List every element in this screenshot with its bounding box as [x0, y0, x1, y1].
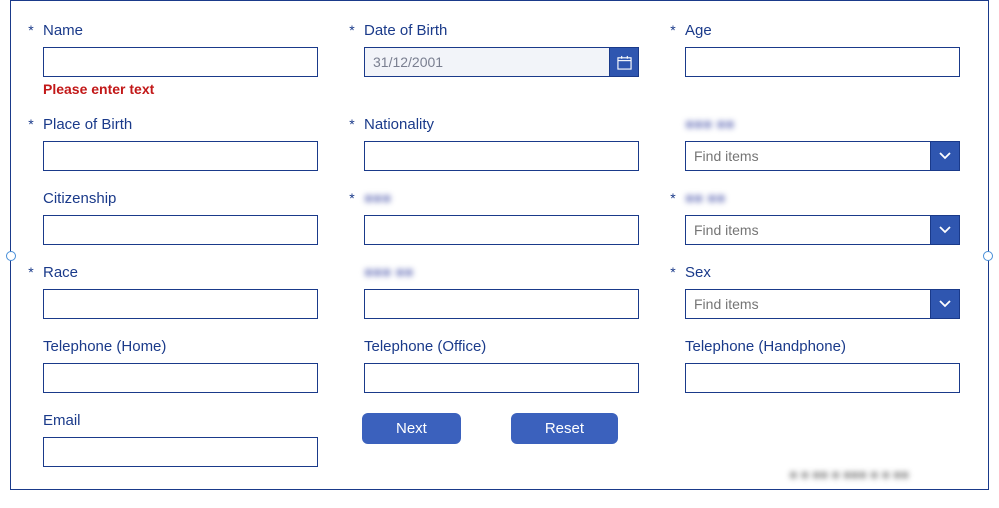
field-tel-home: * Telephone (Home) — [23, 335, 318, 393]
footer-obscured-text: ■ ■ ■■ ■ ■■■ ■ ■ ■■ — [789, 467, 909, 482]
obscured1-dropdown[interactable] — [685, 141, 930, 171]
field-label: Email — [43, 412, 81, 429]
required-asterisk: * — [665, 191, 681, 205]
calendar-icon — [617, 55, 632, 70]
name-input[interactable] — [43, 47, 318, 77]
field-label: Nationality — [364, 116, 434, 133]
field-label: Date of Birth — [364, 22, 447, 39]
field-tel-office: * Telephone (Office) — [344, 335, 639, 393]
dropdown-button[interactable] — [930, 215, 960, 245]
field-email: * Email — [23, 409, 318, 467]
chevron-down-icon — [938, 151, 952, 161]
field-label: Race — [43, 264, 78, 281]
form-grid: * Name Please enter text * Date of Birth — [11, 1, 988, 477]
required-asterisk: * — [344, 191, 360, 205]
field-label: Telephone (Home) — [43, 338, 166, 355]
dob-input[interactable] — [364, 47, 609, 77]
required-asterisk: * — [23, 117, 39, 131]
field-label-obscured: ■■ ■■ — [685, 190, 725, 207]
field-obscured-4: * ■■■ ■■ — [344, 261, 639, 319]
dropdown-button[interactable] — [930, 141, 960, 171]
error-message: Please enter text — [43, 81, 318, 97]
selection-handle-left[interactable] — [6, 251, 16, 261]
required-asterisk: * — [665, 265, 681, 279]
required-asterisk: * — [23, 23, 39, 37]
age-input[interactable] — [685, 47, 960, 77]
field-label: Age — [685, 22, 712, 39]
field-sex: * Sex — [665, 261, 960, 319]
nationality-input[interactable] — [364, 141, 639, 171]
field-obscured-1: * ■■■ ■■ — [665, 113, 960, 171]
field-label-obscured: ■■■ — [364, 190, 391, 207]
citizenship-input[interactable] — [43, 215, 318, 245]
tel-home-input[interactable] — [43, 363, 318, 393]
field-dob: * Date of Birth — [344, 19, 639, 97]
chevron-down-icon — [938, 225, 952, 235]
obscured4-input[interactable] — [364, 289, 639, 319]
button-row: Next Reset — [344, 413, 639, 467]
field-label-obscured: ■■■ ■■ — [364, 264, 413, 281]
obscured2-input[interactable] — [364, 215, 639, 245]
field-label-obscured: ■■■ ■■ — [685, 116, 734, 133]
sex-dropdown[interactable] — [685, 289, 930, 319]
field-race: * Race — [23, 261, 318, 319]
tel-hp-input[interactable] — [685, 363, 960, 393]
field-name: * Name Please enter text — [23, 19, 318, 97]
obscured3-dropdown[interactable] — [685, 215, 930, 245]
field-label: Telephone (Handphone) — [685, 338, 846, 355]
chevron-down-icon — [938, 299, 952, 309]
field-label: Citizenship — [43, 190, 116, 207]
field-obscured-3: * ■■ ■■ — [665, 187, 960, 245]
email-input[interactable] — [43, 437, 318, 467]
field-citizenship: * Citizenship — [23, 187, 318, 245]
field-obscured-2: * ■■■ — [344, 187, 639, 245]
race-input[interactable] — [43, 289, 318, 319]
selection-handle-right[interactable] — [983, 251, 993, 261]
field-label: Name — [43, 22, 83, 39]
tel-office-input[interactable] — [364, 363, 639, 393]
next-button[interactable]: Next — [362, 413, 461, 444]
required-asterisk: * — [344, 117, 360, 131]
reset-button[interactable]: Reset — [511, 413, 618, 444]
field-label: Telephone (Office) — [364, 338, 486, 355]
field-label: Sex — [685, 264, 711, 281]
required-asterisk: * — [344, 23, 360, 37]
field-label: Place of Birth — [43, 116, 132, 133]
field-nationality: * Nationality — [344, 113, 639, 171]
dropdown-button[interactable] — [930, 289, 960, 319]
field-pob: * Place of Birth — [23, 113, 318, 171]
pob-input[interactable] — [43, 141, 318, 171]
calendar-button[interactable] — [609, 47, 639, 77]
required-asterisk: * — [665, 23, 681, 37]
field-age: * Age — [665, 19, 960, 97]
form-panel: * Name Please enter text * Date of Birth — [10, 0, 989, 490]
required-asterisk: * — [23, 265, 39, 279]
field-tel-hp: * Telephone (Handphone) — [665, 335, 960, 393]
